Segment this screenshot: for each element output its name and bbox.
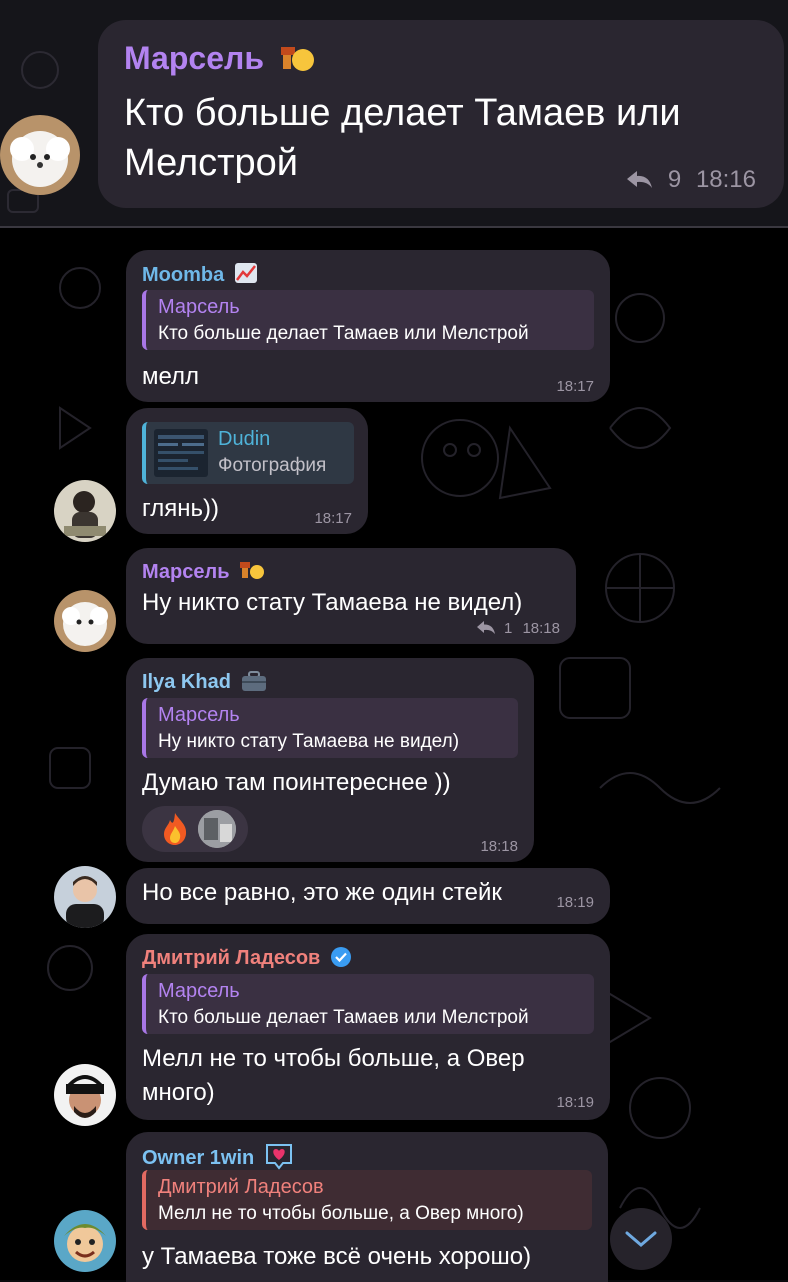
message-text: глянь)) [142,495,219,522]
reply-quote[interactable]: Марсель Ну никто стату Тамаева не видел) [142,698,518,758]
avatar-user[interactable] [54,866,116,928]
message-meta: 1 18:18 [476,620,560,637]
reply-count: 1 [503,620,513,637]
sender-moomba[interactable]: Moomba [142,262,258,287]
message-time: 18:17 [314,510,352,527]
pinned-message-bubble[interactable]: Марсель Кто больше делает Тамаев или Мел… [98,20,784,208]
reply-text: Мелл не то чтобы больше, а Овер много) [158,1203,524,1224]
avatar-marsel[interactable] [54,590,116,652]
avatar-user[interactable] [54,480,116,542]
heart-emoji-icon [265,1144,292,1170]
chart-emoji-icon [234,263,257,283]
reply-text: Фотография [218,455,327,476]
reply-text: Ну никто стату Тамаева не видел) [158,731,460,752]
reply-arrow-icon [627,171,653,188]
sender-marsel[interactable]: Марсель [142,560,265,584]
sender-owner[interactable]: Owner 1win [142,1142,294,1170]
message-bubble[interactable]: Марсель Ну никто стату Тамаева не видел)… [126,548,576,644]
message-time: 18:17 [556,378,594,395]
message-text: Но все равно, это же один стейк [142,879,502,906]
fire-emoji-icon [164,813,187,845]
message-bubble[interactable]: Ilya Khad Марсель Ну никто стату Тамаева… [126,658,534,862]
message-time: 18:19 [556,1094,594,1111]
avatar-dmitry[interactable] [54,1064,116,1126]
avatar-owner[interactable] [54,1210,116,1272]
pinned-text-line2: Мелстрой [124,142,299,184]
message-text-line1: Мелл не то чтобы больше, а Овер [142,1045,525,1072]
reply-quote[interactable]: Марсель Кто больше делает Тамаев или Мел… [142,974,594,1034]
pinned-time: 18:16 [695,166,756,193]
message-text: Ну никто стату Тамаева не видел) [142,589,523,616]
sender-dmitry[interactable]: Дмитрий Ладесов [142,946,352,970]
reaction-chip[interactable] [142,806,248,852]
pinned-reply-count: 9 [667,166,682,193]
reply-quote[interactable]: Марсель Кто больше делает Тамаев или Мел… [142,290,594,350]
hammer-emoji-icon [280,47,314,71]
reply-text: Кто больше делает Тамаев или Мелстрой [158,1007,529,1028]
reply-name: Марсель [158,704,240,726]
reply-name: Марсель [158,296,240,318]
message-text: у Тамаева тоже всё очень хорошо) [142,1243,532,1270]
message-bubble[interactable]: Dudin Фотография глянь)) 18:17 [126,408,368,534]
pinned-sender-name: Марсель [124,40,264,76]
sender-name: Марсель [142,561,230,583]
message-text: мелл [142,363,200,390]
avatar-marsel[interactable] [0,115,80,195]
reply-quote[interactable]: Дмитрий Ладесов Мелл не то чтобы больше,… [142,1170,592,1230]
pinned-message-area: Марсель Кто больше делает Тамаев или Мел… [0,0,788,226]
message-time: 18:18 [522,620,560,637]
scroll-down-button[interactable] [610,1208,672,1270]
message-bubble[interactable]: Owner 1win Дмитрий Ладесов Мелл не то чт… [126,1132,608,1282]
message-bubble[interactable]: Moomba Марсель Кто больше делает Тамаев … [126,250,610,402]
sender-name: Owner 1win [142,1147,255,1169]
hammer-emoji-icon [240,562,265,579]
reply-name: Марсель [158,980,240,1002]
reply-arrow-icon [476,621,495,634]
message-time: 18:19 [556,894,594,911]
sender-name: Moomba [142,264,225,286]
pinned-meta: 9 18:16 [625,166,756,194]
reply-name: Dudin [218,428,271,450]
message-time: 18:18 [480,838,518,855]
chevron-down-icon [625,1231,657,1247]
sender-name: Ilya Khad [142,671,231,693]
message-text-line2: много) [142,1079,215,1106]
photo-thumbnail [154,429,208,477]
pinned-text-line1: Кто больше делает Тамаев или [124,92,681,134]
reply-quote[interactable]: Dudin Фотография [142,422,354,484]
sender-name: Дмитрий Ладесов [142,947,321,969]
message-bubble[interactable]: Но все равно, это же один стейк 18:19 [126,868,610,924]
reactor-avatar [198,810,236,848]
message-text: Думаю там поинтереснее )) [142,769,451,796]
verified-icon [330,947,351,967]
pinned-sender[interactable]: Марсель [124,40,315,77]
sender-ilya[interactable]: Ilya Khad [142,670,268,694]
briefcase-emoji-icon [242,671,267,691]
reply-name: Дмитрий Ладесов [158,1176,324,1198]
message-bubble[interactable]: Дмитрий Ладесов Марсель Кто больше делае… [126,934,610,1120]
reply-text: Кто больше делает Тамаев или Мелстрой [158,323,529,344]
